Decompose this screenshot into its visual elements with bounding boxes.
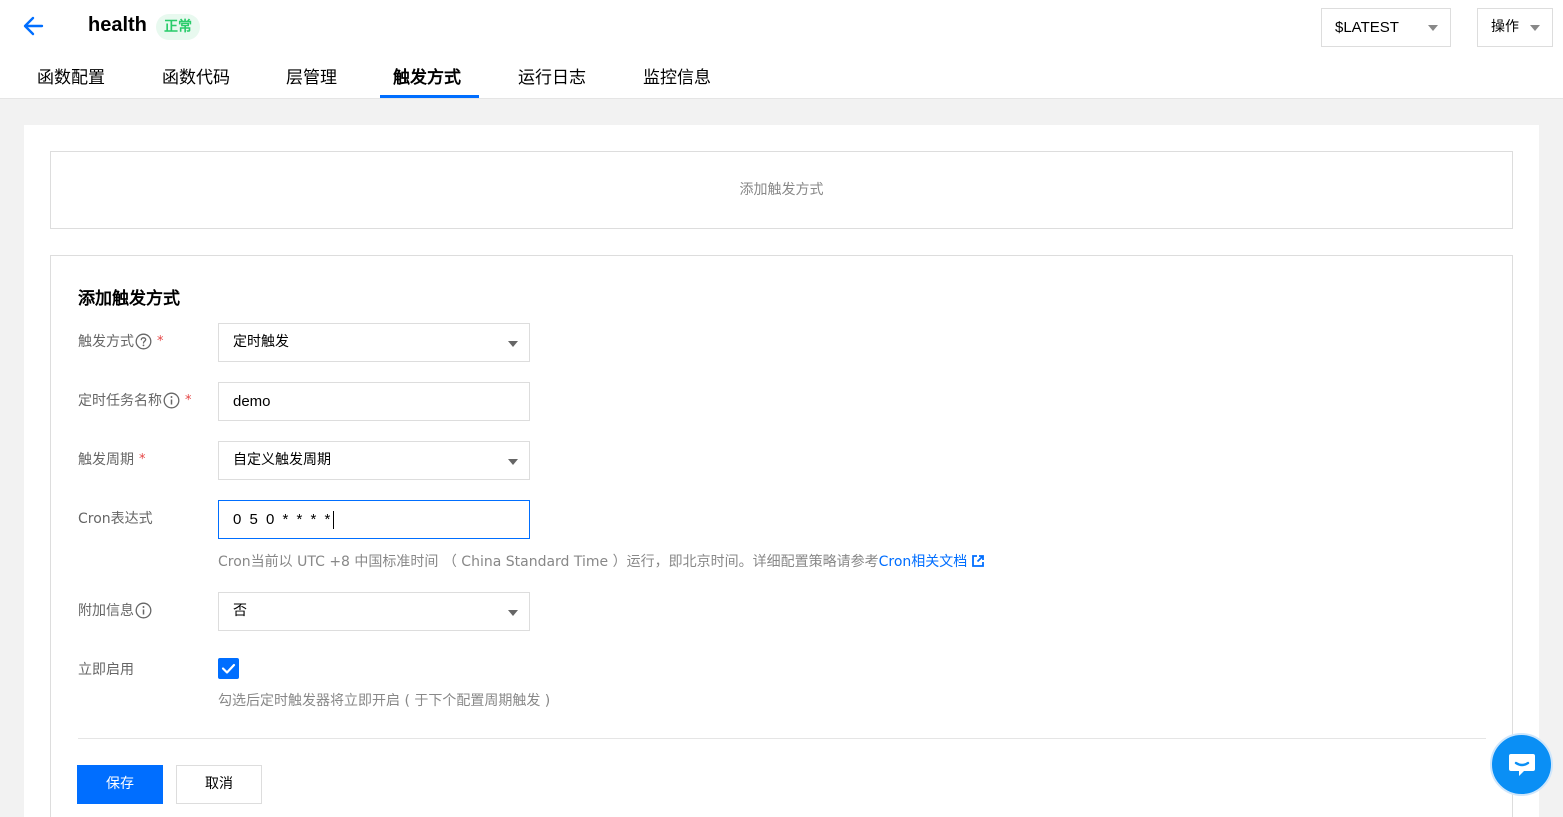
help-question-icon[interactable] bbox=[135, 333, 152, 350]
chevron-down-icon bbox=[508, 610, 518, 616]
cron-input[interactable]: 0 5 0 * * * * bbox=[218, 500, 530, 539]
cron-docs-link[interactable]: Cron相关文档 bbox=[879, 554, 968, 570]
chevron-down-icon bbox=[1530, 25, 1540, 31]
extra-info-value: 否 bbox=[233, 603, 247, 619]
chevron-down-icon bbox=[1428, 25, 1438, 31]
tab-logs[interactable]: 运行日志 bbox=[518, 60, 586, 99]
cron-label-text: Cron表达式 bbox=[78, 511, 153, 527]
version-select-value: $LATEST bbox=[1335, 19, 1399, 36]
info-icon[interactable] bbox=[135, 602, 152, 619]
enable-now-label-text: 立即启用 bbox=[78, 662, 134, 678]
tab-layer-management[interactable]: 层管理 bbox=[286, 60, 337, 99]
back-arrow-icon[interactable] bbox=[18, 12, 48, 42]
cron-value: 0 5 0 * * * * bbox=[233, 511, 333, 528]
trigger-type-select[interactable]: 定时触发 bbox=[218, 323, 530, 362]
period-label-text: 触发周期 bbox=[78, 452, 134, 468]
active-tab-indicator bbox=[380, 95, 479, 98]
text-cursor bbox=[333, 511, 335, 530]
period-label: 触发周期 * bbox=[78, 449, 146, 469]
cron-hint: Cron当前以 UTC +8 中国标准时间 （ China Standard T… bbox=[218, 551, 985, 571]
save-button[interactable]: 保存 bbox=[77, 765, 163, 804]
version-select[interactable]: $LATEST bbox=[1321, 8, 1451, 47]
chevron-down-icon bbox=[508, 459, 518, 465]
trigger-type-value: 定时触发 bbox=[233, 334, 289, 350]
required-marker: * bbox=[185, 392, 192, 408]
function-name: health bbox=[88, 14, 147, 36]
operations-menu[interactable]: 操作 bbox=[1477, 8, 1553, 47]
tab-trigger[interactable]: 触发方式 bbox=[393, 60, 461, 99]
cron-hint-text: Cron当前以 UTC +8 中国标准时间 （ China Standard T… bbox=[218, 554, 879, 570]
add-trigger-link[interactable]: 添加触发方式 bbox=[50, 151, 1513, 229]
task-name-label-text: 定时任务名称 bbox=[78, 393, 162, 409]
form-title: 添加触发方式 bbox=[78, 289, 180, 309]
task-name-input[interactable]: demo bbox=[218, 382, 530, 421]
form-divider bbox=[78, 738, 1486, 739]
cancel-button[interactable]: 取消 bbox=[176, 765, 262, 804]
period-value: 自定义触发周期 bbox=[233, 452, 331, 468]
extra-info-select[interactable]: 否 bbox=[218, 592, 530, 631]
external-link-icon[interactable] bbox=[971, 554, 985, 568]
enable-now-label: 立即启用 bbox=[78, 659, 134, 679]
tab-monitoring[interactable]: 监控信息 bbox=[643, 60, 711, 99]
operations-menu-label: 操作 bbox=[1491, 19, 1519, 35]
checkmark-icon bbox=[221, 663, 236, 674]
enable-now-hint: 勾选后定时触发器将立即开启 ( 于下个配置周期触发 ) bbox=[218, 693, 551, 709]
status-badge: 正常 bbox=[156, 14, 200, 40]
chevron-down-icon bbox=[508, 341, 518, 347]
cron-label: Cron表达式 bbox=[78, 508, 153, 528]
enable-now-checkbox[interactable] bbox=[218, 658, 239, 679]
tab-function-code[interactable]: 函数代码 bbox=[162, 60, 230, 99]
info-icon[interactable] bbox=[163, 392, 180, 409]
required-marker: * bbox=[139, 451, 146, 467]
extra-info-label-text: 附加信息 bbox=[78, 603, 134, 619]
required-marker: * bbox=[157, 333, 164, 349]
period-select[interactable]: 自定义触发周期 bbox=[218, 441, 530, 480]
trigger-type-label-text: 触发方式 bbox=[78, 334, 134, 350]
trigger-type-label: 触发方式 * bbox=[78, 331, 164, 351]
top-bar: health 正常 $LATEST 操作 函数配置 函数代码 层管理 触发方式 … bbox=[0, 0, 1563, 99]
chat-icon bbox=[1508, 753, 1535, 776]
extra-info-label: 附加信息 bbox=[78, 600, 152, 620]
chat-button[interactable] bbox=[1490, 733, 1553, 796]
tab-function-config[interactable]: 函数配置 bbox=[37, 60, 105, 99]
task-name-label: 定时任务名称 * bbox=[78, 390, 192, 410]
